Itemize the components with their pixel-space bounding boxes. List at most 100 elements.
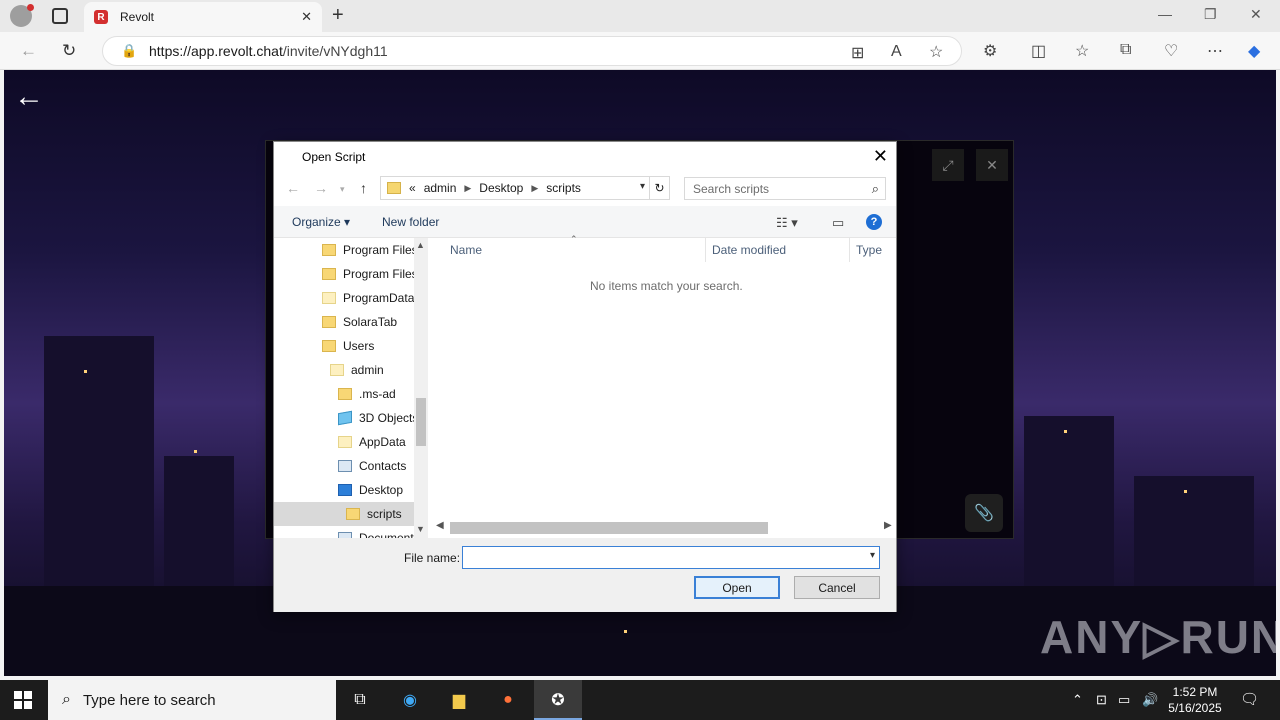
view-options-icon[interactable]: ☷ ▾ (776, 215, 798, 231)
recent-locations-icon[interactable]: ▾ (340, 184, 345, 195)
preview-pane-icon[interactable]: ▭ (832, 215, 844, 231)
app-star-icon[interactable]: ✪ (546, 688, 570, 712)
nav-item-label: Program Files (343, 243, 414, 257)
nav-item[interactable]: SolaraTab (274, 310, 414, 334)
scroll-down-icon[interactable]: ▼ (416, 524, 425, 534)
tray-device-icon[interactable]: ⊡ (1096, 692, 1107, 708)
tab-title: Revolt (120, 10, 155, 24)
dialog-forward-icon[interactable]: → (314, 180, 328, 196)
dialog-back-icon[interactable]: ← (286, 180, 300, 196)
organize-button[interactable]: Organize ▾ (292, 215, 350, 229)
nav-item-label: SolaraTab (343, 315, 398, 329)
taskbar-search-placeholder: Type here to search (82, 691, 216, 709)
edge-icon[interactable]: ◉ (398, 688, 422, 712)
taskbar-search[interactable]: ⌕ Type here to search (48, 680, 336, 720)
profile-avatar-icon[interactable] (10, 4, 34, 27)
breadcrumb-separator-icon[interactable]: ▶ (464, 183, 471, 194)
new-tab-icon[interactable]: + (332, 4, 344, 27)
folder-icon (346, 508, 360, 520)
volume-icon[interactable]: 🔊 (1142, 692, 1158, 708)
file-name-dropdown-icon[interactable]: ▾ (870, 550, 875, 561)
modal-close-icon[interactable]: ✕ (976, 149, 1008, 181)
scroll-right-icon[interactable]: ▶ (884, 520, 892, 531)
file-list-hscrollbar[interactable]: ◀ ▶ (432, 518, 896, 536)
new-folder-button[interactable]: New folder (382, 215, 439, 229)
column-header-date[interactable]: Date modified (706, 238, 850, 262)
collections-icon[interactable]: ⧉ (1120, 41, 1131, 59)
dialog-close-icon[interactable]: ✕ (873, 146, 888, 167)
task-view-icon[interactable]: ⧉ (348, 688, 372, 712)
minimize-icon[interactable]: — (1158, 6, 1172, 22)
path-dropdown-icon[interactable]: ▾ (640, 181, 645, 192)
nav-item[interactable]: scripts (274, 502, 414, 526)
url-host: https://app.revolt.chat (149, 43, 283, 59)
file-explorer-icon[interactable]: ▆ (447, 688, 471, 712)
windows-taskbar: ⌕ Type here to search ⧉ ◉ ▆ ● ✪ ⌃ ⊡ ▭ 🔊 … (0, 680, 1280, 720)
favorites-icon[interactable]: ☆ (1075, 41, 1089, 61)
taskbar-clock[interactable]: 1:52 PM 5/16/2025 (1160, 684, 1230, 716)
file-name-input[interactable]: ▾ (462, 546, 880, 569)
scroll-left-icon[interactable]: ◀ (436, 520, 444, 531)
window-light (194, 450, 197, 453)
browser-tab-revolt[interactable]: R Revolt ✕ (84, 2, 322, 32)
nav-item-label: ProgramData (343, 291, 414, 305)
tray-overflow-icon[interactable]: ⌃ (1072, 692, 1083, 708)
reload-icon[interactable]: ↻ (62, 41, 76, 61)
breadcrumb-admin[interactable]: admin (424, 181, 457, 195)
tab-close-icon[interactable]: ✕ (301, 9, 312, 25)
nav-item[interactable]: Desktop (274, 478, 414, 502)
nav-item[interactable]: Contacts (274, 454, 414, 478)
open-script-dialog: Open Script ✕ ← → ▾ ↑ « admin ▶ Desktop … (273, 141, 897, 612)
breadcrumb-overflow[interactable]: « (409, 181, 416, 195)
nav-item[interactable]: ProgramData (274, 286, 414, 310)
expand-icon[interactable]: ⤢ (932, 149, 964, 181)
nav-item-label: admin (351, 363, 384, 377)
breadcrumb-scripts[interactable]: scripts (546, 181, 581, 195)
breadcrumb-desktop[interactable]: Desktop (479, 181, 523, 195)
cancel-button[interactable]: Cancel (794, 576, 880, 599)
nav-item[interactable]: Program Files (274, 238, 414, 262)
notifications-icon[interactable]: 🗨 (1240, 690, 1259, 708)
desktop-icon (338, 484, 352, 496)
network-icon[interactable]: ▭ (1118, 692, 1130, 708)
attach-file-icon[interactable]: 📎 (965, 494, 1003, 532)
start-windows-icon[interactable] (14, 691, 32, 709)
nav-item[interactable]: .ms-ad (274, 382, 414, 406)
favorite-star-icon[interactable]: ☆ (929, 42, 943, 62)
nav-item[interactable]: Users (274, 334, 414, 358)
nav-scrollbar[interactable]: ▲ ▼ (414, 238, 428, 538)
search-scripts-input[interactable]: Search scripts ⌕ (684, 177, 886, 200)
nav-item[interactable]: Program Files (274, 262, 414, 286)
read-aloud-icon[interactable]: A (891, 43, 902, 61)
nav-item[interactable]: admin (274, 358, 414, 382)
browser-essentials-icon[interactable]: ♡ (1164, 41, 1178, 61)
up-folder-icon[interactable]: ↑ (360, 180, 367, 196)
extensions-icon[interactable]: ⚙ (983, 41, 997, 61)
more-menu-icon[interactable]: ⋯ (1207, 41, 1223, 61)
folder-icon (338, 388, 352, 400)
nav-item[interactable]: Documents (274, 526, 414, 538)
column-header-type[interactable]: Type (850, 238, 896, 262)
app-available-icon[interactable]: ⊞ (851, 43, 864, 63)
address-breadcrumb[interactable]: « admin ▶ Desktop ▶ scripts ▾ ↻ (380, 176, 670, 200)
window-light (1064, 430, 1067, 433)
split-screen-icon[interactable]: ◫ (1031, 41, 1046, 61)
back-icon[interactable]: ← (20, 41, 37, 61)
window-close-icon[interactable]: ✕ (1250, 6, 1262, 23)
breadcrumb-separator-icon[interactable]: ▶ (531, 183, 538, 194)
nav-scroll-thumb[interactable] (416, 398, 426, 446)
copilot-icon[interactable]: ◆ (1248, 41, 1260, 61)
refresh-icon[interactable]: ↻ (649, 177, 669, 199)
nav-item[interactable]: AppData (274, 430, 414, 454)
back-arrow-icon[interactable]: ← (14, 82, 44, 112)
nav-item[interactable]: 3D Objects (274, 406, 414, 430)
cube-icon (338, 410, 352, 426)
firefox-icon[interactable]: ● (496, 688, 520, 712)
help-icon[interactable]: ? (866, 214, 882, 230)
tab-actions-icon[interactable] (52, 8, 68, 24)
address-bar[interactable]: 🔒 https://app.revolt.chat/invite/vNYdgh1… (102, 36, 962, 66)
scroll-up-icon[interactable]: ▲ (416, 240, 425, 250)
hscroll-thumb[interactable] (450, 522, 768, 534)
restore-icon[interactable]: ❐ (1204, 6, 1217, 23)
open-button[interactable]: Open (694, 576, 780, 599)
